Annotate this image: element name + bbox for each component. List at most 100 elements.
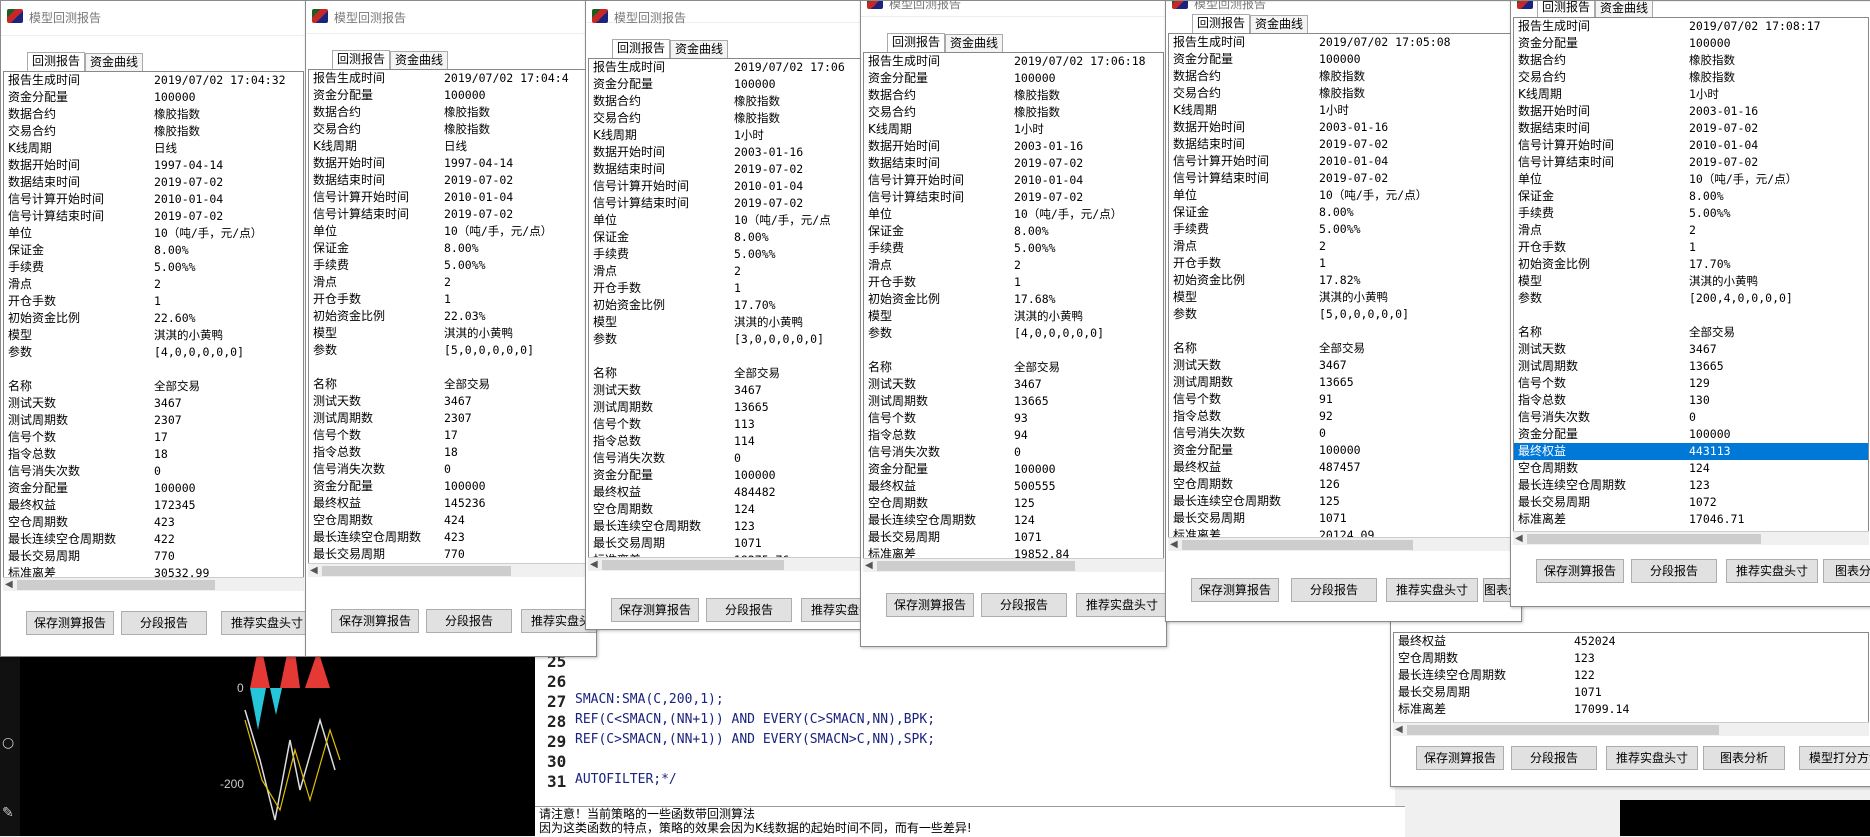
report-row[interactable]: 数据开始时间 1997-04-14 xyxy=(309,155,593,172)
report-row[interactable]: 资金分配量 100000 xyxy=(589,76,863,93)
report-window[interactable]: 模型回测报告 回测报告 资金曲线 报告生成时间 2019/07/02 17:04:32 资… xyxy=(0,0,307,657)
tab-equity-curve[interactable]: 资金曲线 xyxy=(945,34,1004,52)
code-line[interactable]: 25 xyxy=(535,652,1395,672)
report-row[interactable]: 单位 10（吨/手，元/点） xyxy=(864,206,1163,223)
recommend-position-button[interactable]: 推荐实盘头寸 xyxy=(1726,559,1818,583)
report-window[interactable]: 模型 回测报告回测报告资金曲线报告生成时间 2019/07/02 17:08:17 资… xyxy=(1510,0,1870,607)
report-row[interactable]: 参数 [3,0,0,0,0,0] xyxy=(589,331,863,348)
report-row[interactable]: 手续费 5.00%% xyxy=(309,257,593,274)
report-row[interactable]: 空仓周期数 424 xyxy=(309,512,593,529)
horizontal-scrollbar[interactable]: ◀ xyxy=(1393,722,1869,737)
save-report-button[interactable]: 保存测算报告 xyxy=(886,593,974,617)
report-row[interactable]: 名称 全部交易 xyxy=(309,376,593,393)
report-row[interactable]: 信号计算开始时间 2010-01-04 xyxy=(309,189,593,206)
report-row[interactable]: 信号计算开始时间 2010-01-04 xyxy=(4,191,303,208)
report-list[interactable]: 报告生成时间 2019/07/02 17:05:08 资金分配量 100000 数据合约… xyxy=(1168,33,1519,553)
segment-report-button[interactable]: 分段报告 xyxy=(981,593,1067,617)
report-row[interactable]: 信号计算开始时间 2010-01-04 xyxy=(864,172,1163,189)
report-row[interactable]: 报告生成时间 2019/07/02 17:06 xyxy=(589,59,863,76)
report-row[interactable]: 信号个数 17 xyxy=(309,427,593,444)
report-row[interactable]: 空仓周期数 123 xyxy=(1394,650,1868,667)
tab-backtest-report[interactable]: 回测报告 xyxy=(612,39,671,58)
report-row[interactable]: 数据合约 橡胶指数 xyxy=(1169,68,1518,85)
scrollbar-thumb[interactable] xyxy=(1182,540,1413,550)
tab-backtest-report[interactable]: 回测报告 xyxy=(332,50,391,69)
report-row[interactable]: 信号计算结束时间 2019-07-02 xyxy=(1514,154,1868,171)
report-row[interactable]: 开仓手数 1 xyxy=(1514,239,1868,256)
horizontal-scrollbar[interactable]: ◀ xyxy=(308,563,594,578)
report-row[interactable]: 指令总数 114 xyxy=(589,433,863,450)
report-row[interactable]: 初始资金比例 22.60% xyxy=(4,310,303,327)
scrollbar-thumb[interactable] xyxy=(322,566,511,576)
report-row[interactable]: 单位 10（吨/手，元/点） xyxy=(309,223,593,240)
save-report-button[interactable]: 保存测算报告 xyxy=(611,598,699,622)
tab-equity-curve[interactable]: 资金曲线 xyxy=(1250,15,1309,33)
report-row[interactable]: 资金分配量 100000 xyxy=(864,461,1163,478)
recommend-position-button[interactable]: 推荐实盘头寸 xyxy=(221,611,306,635)
report-row[interactable]: 单位 10（吨/手，元/点 xyxy=(589,212,863,229)
report-row[interactable]: 单位 10（吨/手，元/点） xyxy=(4,225,303,242)
code-line[interactable]: 30 xyxy=(535,752,1395,772)
report-row[interactable]: 手续费 5.00%% xyxy=(4,259,303,276)
report-row[interactable]: 数据结束时间 2019-07-02 xyxy=(1169,136,1518,153)
report-row[interactable]: 滑点 2 xyxy=(4,276,303,293)
scroll-left-icon[interactable]: ◀ xyxy=(1515,533,1523,544)
report-row[interactable]: 开仓手数 1 xyxy=(864,274,1163,291)
report-row[interactable]: 资金分配量 100000 xyxy=(4,89,303,106)
code-text[interactable]: SMACN:SMA(C,200,1); xyxy=(575,692,724,707)
recommend-position-button[interactable]: 推荐实盘头寸 xyxy=(1386,578,1478,602)
report-row[interactable]: 数据开始时间 1997-04-14 xyxy=(4,157,303,174)
segment-report-button[interactable]: 分段报告 xyxy=(1511,746,1597,770)
report-window[interactable]: 模型回测报告 回测报告 资金曲线 报告生成时间 2019/07/02 17:06:18 资… xyxy=(860,0,1167,647)
report-row[interactable]: 保证金 8.00% xyxy=(864,223,1163,240)
save-report-button[interactable]: 保存测算报告 xyxy=(1416,746,1504,770)
report-row[interactable]: 空仓周期数 126 xyxy=(1169,476,1518,493)
report-row[interactable]: 开仓手数 1 xyxy=(4,293,303,310)
scroll-left-icon[interactable]: ◀ xyxy=(310,565,318,576)
report-row[interactable] xyxy=(4,361,303,378)
report-row[interactable]: 滑点 2 xyxy=(309,274,593,291)
report-row[interactable]: 资金分配量 100000 xyxy=(589,467,863,484)
window-titlebar[interactable]: 模型回测报告 xyxy=(1166,1,1521,11)
tab-backtest-report[interactable]: 回测报告 xyxy=(27,52,86,71)
report-list[interactable]: 报告生成时间 2019/07/02 17:04:4 资金分配量 100000 数据合约橡… xyxy=(308,69,594,579)
report-row[interactable]: 最终权益 452024 xyxy=(1394,633,1868,650)
scroll-left-icon[interactable]: ◀ xyxy=(865,560,873,571)
tab-backtest-report[interactable]: 回测报告 xyxy=(887,33,946,52)
report-row[interactable]: 模型 淇淇的小黄鸭 xyxy=(309,325,593,342)
report-row[interactable]: 保证金 8.00% xyxy=(309,240,593,257)
code-line[interactable]: 26 xyxy=(535,672,1395,692)
chart-analysis-button[interactable]: 图表分析 xyxy=(1703,746,1785,770)
report-row[interactable]: 空仓周期数 124 xyxy=(1514,460,1868,477)
report-row[interactable]: 模型 淇淇的小黄鸭 xyxy=(1169,289,1518,306)
report-row[interactable]: 名称 全部交易 xyxy=(1169,340,1518,357)
report-row[interactable]: 信号计算结束时间 2019-07-02 xyxy=(589,195,863,212)
report-row[interactable]: 信号个数 93 xyxy=(864,410,1163,427)
report-row[interactable]: 资金分配量 100000 xyxy=(1169,442,1518,459)
report-row[interactable]: 最长连续空仓周期数 125 xyxy=(1169,493,1518,510)
report-row[interactable]: 交易合约 橡胶指数 xyxy=(1514,69,1868,86)
report-row[interactable]: 信号个数 129 xyxy=(1514,375,1868,392)
report-row[interactable]: 资金分配量 100000 xyxy=(309,87,593,104)
report-row[interactable]: 最长交易周期 770 xyxy=(309,546,593,563)
report-row[interactable]: 信号消失次数 0 xyxy=(589,450,863,467)
report-row[interactable]: 最长交易周期 1071 xyxy=(1394,684,1868,701)
report-row[interactable]: 最终权益 443113 xyxy=(1514,443,1868,460)
report-row[interactable]: 资金分配量 100000 xyxy=(309,478,593,495)
report-row[interactable]: 信号个数 91 xyxy=(1169,391,1518,408)
report-row[interactable]: 最终权益 145236 xyxy=(309,495,593,512)
code-line[interactable]: 27 SMACN:SMA(C,200,1); xyxy=(535,692,1395,712)
tab-equity-curve[interactable]: 资金曲线 xyxy=(1595,1,1654,17)
tab-equity-curve[interactable]: 资金曲线 xyxy=(390,51,449,69)
report-row[interactable]: 滑点 2 xyxy=(589,263,863,280)
report-row[interactable]: 保证金 8.00% xyxy=(4,242,303,259)
recommend-position-button[interactable]: 推荐实盘头寸 xyxy=(1076,593,1166,617)
report-row[interactable]: 测试周期数 2307 xyxy=(309,410,593,427)
report-row[interactable]: 资金分配量 100000 xyxy=(4,480,303,497)
report-row[interactable]: 信号计算结束时间 2019-07-02 xyxy=(864,189,1163,206)
window-titlebar[interactable]: 模型回测报告 xyxy=(1,1,306,36)
report-row[interactable]: 数据结束时间 2019-07-02 xyxy=(589,161,863,178)
report-row[interactable]: 保证金 8.00% xyxy=(1514,188,1868,205)
pen-icon[interactable]: ✎ xyxy=(2,805,14,821)
report-row[interactable]: 测试天数 3467 xyxy=(1514,341,1868,358)
